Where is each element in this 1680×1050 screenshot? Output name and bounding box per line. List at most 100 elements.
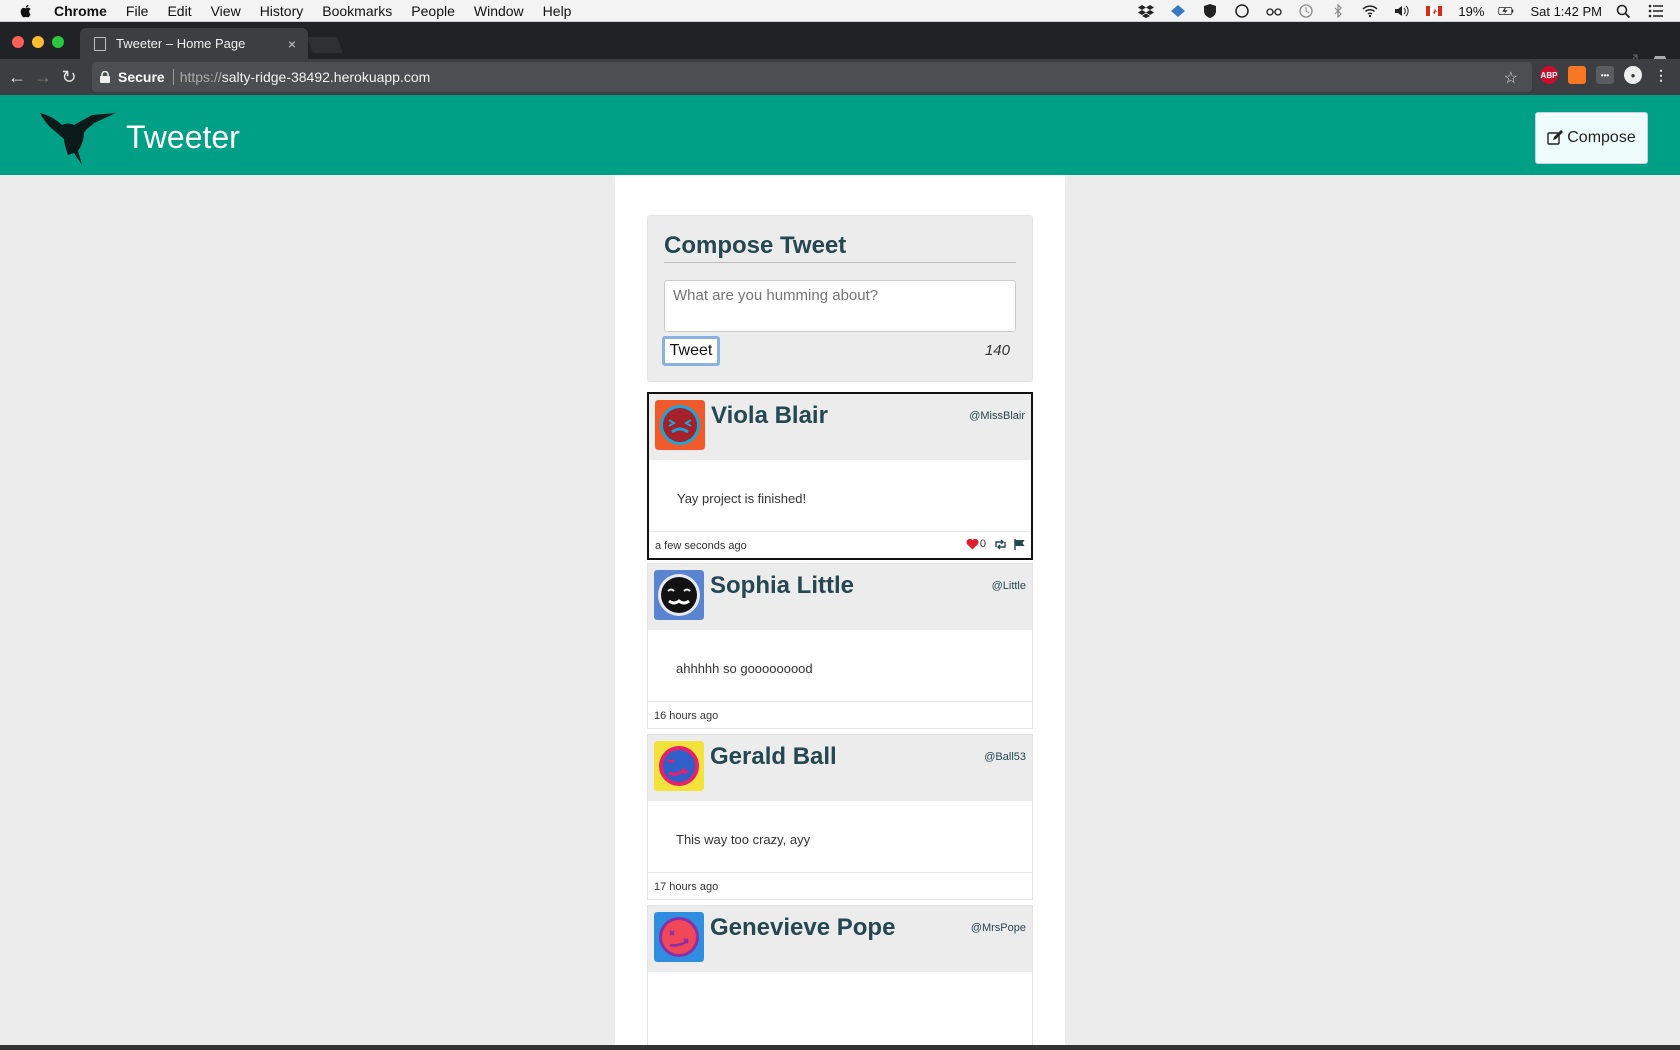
window-bottom-edge [0,1045,1680,1050]
tweet-content: This way too crazy, ayy [648,801,1032,873]
avatar [654,570,704,620]
avatar [654,912,704,962]
browser-toolbar: ← → ↻ Secure https:// salty-ridge-38492.… [0,59,1680,95]
back-arrow-icon[interactable]: ← [4,64,30,90]
flag-icon[interactable] [1014,538,1025,550]
forward-arrow-icon[interactable]: → [30,64,56,90]
window-minimize-button[interactable] [32,36,44,48]
tweet-footer: a few seconds ago 0 [649,532,1031,558]
lock-icon [100,71,110,83]
onepassword-icon[interactable]: ● [1624,66,1642,84]
compose-toggle-button[interactable]: Compose [1535,112,1648,164]
secure-label: Secure [118,69,165,85]
bluetooth-icon[interactable] [1330,4,1346,18]
compose-toggle-label: Compose [1567,129,1636,146]
tweet-timestamp: a few seconds ago [655,540,747,552]
browser-tabstrip: Tweeter – Home Page × [0,22,1680,70]
battery-icon[interactable] [1498,4,1514,18]
spotlight-search-icon[interactable] [1616,4,1632,18]
extensions-row: ABP ••• ● ⋮ [1530,66,1670,84]
sync-icon[interactable] [1234,4,1250,18]
page-icon [94,36,106,51]
status-area: 19% Sat 1:42 PM [1138,0,1680,22]
main-column: Compose Tweet Tweet 140 Viola Blair @Mis… [615,175,1065,1050]
new-tab-button[interactable] [307,37,343,53]
tab-title: Tweeter – Home Page [116,36,246,51]
tweet-handle: @MissBlair [969,410,1025,422]
mac-menubar: Chrome File Edit View History Bookmarks … [0,0,1680,22]
heart-icon[interactable] [966,538,979,550]
notification-center-icon[interactable] [1648,4,1664,18]
volume-icon[interactable] [1394,4,1410,18]
tweet-card[interactable]: Gerald Ball @Ball53 This way too crazy, … [647,734,1033,900]
tweet-author-name: Viola Blair [711,402,828,429]
menu-history[interactable]: History [260,3,304,19]
menubar-clock[interactable]: Sat 1:42 PM [1530,4,1602,19]
chrome-menu-icon[interactable]: ⋮ [1652,66,1670,84]
tweet-content: ahhhhh so gooooooood [648,630,1032,702]
menu-app-name[interactable]: Chrome [54,3,107,19]
tweet-timestamp: 16 hours ago [654,710,719,722]
address-divider [172,69,174,85]
tweet-handle: @MrsPope [970,922,1026,934]
time-machine-icon[interactable] [1298,4,1314,18]
tweet-footer: 16 hours ago [648,702,1032,728]
menu-window[interactable]: Window [474,3,524,19]
tweet-author-name: Gerald Ball [710,743,837,770]
tweet-card[interactable]: Sophia Little @Little ahhhhh so gooooooo… [647,563,1033,729]
edit-icon [1547,130,1564,145]
tweet-actions: 0 [966,538,1025,550]
hubspot-icon[interactable] [1568,66,1586,84]
tweet-header: Genevieve Pope @MrsPope [648,906,1032,972]
tweet-author-name: Sophia Little [710,572,854,599]
url-scheme: https:// [179,69,222,85]
tab-close-icon[interactable]: × [282,36,302,52]
tweet-timestamp: 17 hours ago [654,881,719,893]
browser-tab[interactable]: Tweeter – Home Page × [80,28,308,59]
wifi-icon[interactable] [1362,4,1378,18]
menu-people[interactable]: People [411,3,455,19]
tweet-handle: @Ball53 [984,751,1026,763]
avatar [654,741,704,791]
address-bar[interactable]: Secure https:// salty-ridge-38492.heroku… [92,62,1532,92]
menu-view[interactable]: View [211,3,241,19]
compose-title: Compose Tweet [664,232,1016,263]
tweet-card[interactable]: Genevieve Pope @MrsPope [647,905,1033,1050]
hummingbird-logo-icon [40,113,116,165]
dropbox-icon[interactable] [1138,4,1155,18]
like-count: 0 [979,538,986,550]
site-navbar: Tweeter Compose [0,95,1680,175]
menu-file[interactable]: File [126,3,149,19]
window-close-button[interactable] [12,36,24,48]
window-zoom-button[interactable] [52,36,64,48]
tweet-header: Sophia Little @Little [648,564,1032,630]
tweet-footer: 17 hours ago [648,873,1032,899]
tweet-handle: @Little [991,580,1026,592]
glasses-icon[interactable] [1266,4,1283,18]
tweet-text-input[interactable] [664,280,1016,332]
character-counter: 140 [984,342,1010,359]
tweet-submit-button[interactable]: Tweet [662,336,720,366]
apple-menu-icon[interactable] [18,3,38,19]
vpn-icon[interactable] [1170,4,1186,18]
menu-edit[interactable]: Edit [167,3,191,19]
battery-percent: 19% [1458,3,1485,19]
menu-bookmarks[interactable]: Bookmarks [322,3,392,19]
canada-flag-icon[interactable] [1426,4,1443,18]
page-viewport: Tweeter Compose Compose Tweet Tweet 140 [0,95,1680,1050]
adblock-icon[interactable]: ABP [1540,66,1558,84]
retweet-icon[interactable] [994,539,1007,550]
url-host: salty-ridge-38492.herokuapp.com [221,69,431,85]
tweet-header: Viola Blair @MissBlair [649,394,1031,460]
tweet-card[interactable]: Viola Blair @MissBlair Yay project is fi… [647,392,1033,560]
shield-icon[interactable] [1202,4,1218,18]
menu-help[interactable]: Help [543,3,572,19]
bookmark-star-icon[interactable]: ☆ [1504,68,1518,88]
extension-dots-icon[interactable]: ••• [1596,66,1614,84]
tweet-content: Yay project is finished! [649,460,1031,532]
compose-tweet-section: Compose Tweet Tweet 140 [647,215,1033,382]
reload-icon[interactable]: ↻ [56,64,82,90]
site-brand[interactable]: Tweeter [126,119,240,156]
tweet-header: Gerald Ball @Ball53 [648,735,1032,801]
avatar [655,400,705,450]
